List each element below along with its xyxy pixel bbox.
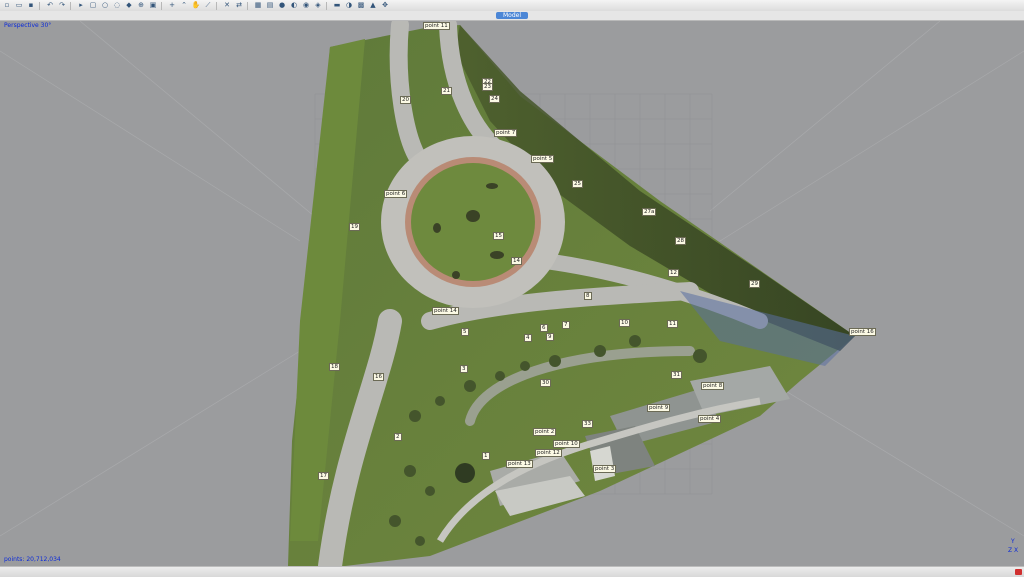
- open-icon[interactable]: ▭: [14, 1, 24, 10]
- marker-label[interactable]: 1: [482, 452, 490, 460]
- marker-label[interactable]: point 16: [849, 328, 876, 336]
- zoom-icon[interactable]: ⊕: [136, 1, 146, 10]
- marker-label[interactable]: 21: [441, 87, 452, 95]
- marker-label[interactable]: 2: [394, 433, 402, 441]
- marker-label[interactable]: point 3: [593, 465, 617, 473]
- layer-icon[interactable]: ▤: [265, 1, 275, 10]
- marker-label[interactable]: 24: [489, 95, 500, 103]
- marker-label[interactable]: 29: [749, 280, 760, 288]
- marker-label[interactable]: point 4: [698, 415, 722, 423]
- marker-label[interactable]: 27a: [642, 208, 657, 216]
- marker-label[interactable]: 4: [524, 334, 532, 342]
- marker-label[interactable]: 31: [671, 371, 682, 379]
- marker-label[interactable]: 12: [668, 269, 679, 277]
- marker-label[interactable]: point 12: [535, 449, 562, 457]
- points-count-label: points: 20,712,034: [4, 556, 61, 563]
- view-tab-bar: Model: [0, 11, 1024, 21]
- toolbar-separator: [247, 1, 248, 10]
- polyline-icon[interactable]: ⌃: [179, 1, 189, 10]
- view-mode-label: Perspective 30°: [4, 22, 52, 29]
- marker-label[interactable]: 3: [460, 365, 468, 373]
- marker-label[interactable]: 18: [329, 363, 340, 371]
- camera-icon[interactable]: ▬: [332, 1, 342, 10]
- status-icon[interactable]: [1015, 569, 1022, 575]
- marker-label[interactable]: 7: [562, 321, 570, 329]
- marker-label[interactable]: point 11: [423, 22, 450, 30]
- marker-label[interactable]: 30: [540, 379, 551, 387]
- marker-label[interactable]: 14: [511, 257, 522, 265]
- marker-label[interactable]: 8: [584, 292, 592, 300]
- marker-label[interactable]: point 14: [432, 307, 459, 315]
- marker-label[interactable]: point 13: [506, 460, 533, 468]
- new-icon[interactable]: ▫: [2, 1, 12, 10]
- marker-label[interactable]: 25: [572, 180, 583, 188]
- paint-icon[interactable]: ◆: [124, 1, 134, 10]
- delete-icon[interactable]: ✕: [222, 1, 232, 10]
- marker-label[interactable]: point 10: [553, 440, 580, 448]
- marker-label[interactable]: 16: [373, 373, 384, 381]
- transform-icon[interactable]: ⇄: [234, 1, 244, 10]
- marker-label[interactable]: point 7: [494, 129, 518, 137]
- marker-label[interactable]: 11: [667, 320, 678, 328]
- marker-label[interactable]: 5: [461, 328, 469, 336]
- select-icon[interactable]: ▸: [76, 1, 86, 10]
- marker-label[interactable]: point 5: [531, 155, 555, 163]
- marker-label[interactable]: 10: [619, 319, 630, 327]
- marker-label[interactable]: 17: [318, 472, 329, 480]
- marker-label[interactable]: point 6: [384, 190, 408, 198]
- toolbar-separator: [161, 1, 162, 10]
- undo-icon[interactable]: ↶: [45, 1, 55, 10]
- point-cloud-scene: [0, 21, 1024, 566]
- grid-icon[interactable]: ▦: [253, 1, 263, 10]
- marker-label[interactable]: 23: [482, 83, 493, 91]
- status-bar: [0, 566, 1024, 577]
- marker-label[interactable]: 15: [493, 232, 504, 240]
- axis-zx-label: Z X: [1008, 547, 1019, 554]
- measure-icon[interactable]: ⟋: [203, 1, 213, 10]
- fit-icon[interactable]: ▣: [148, 1, 158, 10]
- move-icon[interactable]: ✥: [380, 1, 390, 10]
- save-icon[interactable]: ▪: [26, 1, 36, 10]
- add-point-icon[interactable]: +: [167, 1, 177, 10]
- frame-icon[interactable]: ▩: [356, 1, 366, 10]
- view-icon[interactable]: ◑: [344, 1, 354, 10]
- hand-icon[interactable]: ✋: [191, 1, 201, 10]
- rect-select-icon[interactable]: ▢: [88, 1, 98, 10]
- marker-label[interactable]: point 8: [701, 382, 725, 390]
- axis-y-label: Y: [1011, 538, 1015, 545]
- toolbar-separator: [70, 1, 71, 10]
- marker-label[interactable]: 33: [582, 420, 593, 428]
- redo-icon[interactable]: ↷: [57, 1, 67, 10]
- top-view-icon[interactable]: ▲: [368, 1, 378, 10]
- circle-select-icon[interactable]: ○: [100, 1, 110, 10]
- toolbar-separator: [326, 1, 327, 10]
- 3d-viewport[interactable]: Perspective 30° points: 20,712,034 Y Z X…: [0, 21, 1024, 566]
- marker-label[interactable]: point 2: [533, 428, 557, 436]
- marker-label[interactable]: 6: [540, 324, 548, 332]
- filter-icon[interactable]: ◈: [313, 1, 323, 10]
- marker-label[interactable]: 28: [675, 237, 686, 245]
- nav-icon[interactable]: ◉: [301, 1, 311, 10]
- toolbar-separator: [39, 1, 40, 10]
- marker-label[interactable]: 19: [349, 223, 360, 231]
- marker-label[interactable]: 20: [400, 96, 411, 104]
- tab-model[interactable]: Model: [496, 12, 528, 19]
- toolbar-separator: [216, 1, 217, 10]
- marker-label[interactable]: point 9: [647, 404, 671, 412]
- marker-label[interactable]: 9: [546, 333, 554, 341]
- light-icon[interactable]: ◐: [289, 1, 299, 10]
- color-icon[interactable]: ●: [277, 1, 287, 10]
- lasso-icon[interactable]: ◌: [112, 1, 122, 10]
